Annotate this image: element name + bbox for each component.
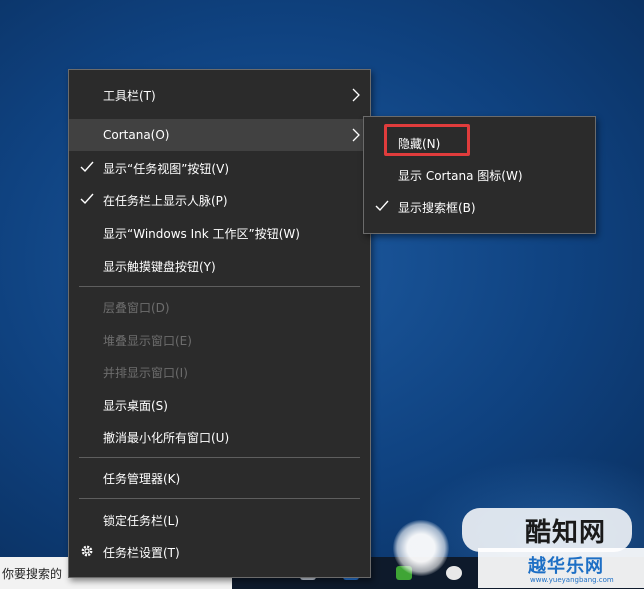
checkmark-icon [80,193,94,205]
menu-separator [79,286,360,287]
watermark-brand-text: 酷知网 [525,518,607,548]
menu-item-label: 显示 Cortana 图标(W) [398,168,523,183]
menu-item-cortana[interactable]: Cortana(O) [69,119,370,151]
submenu-item-show-cortana-icon[interactable]: 显示 Cortana 图标(W) [364,159,595,191]
menu-item-taskbar-settings[interactable]: 任务栏设置(T) [69,536,370,568]
menu-separator [79,498,360,499]
menu-item-label: 显示“Windows Ink 工作区”按钮(W) [103,226,300,241]
menu-item-lock-taskbar[interactable]: 锁定任务栏(L) [69,504,370,536]
gear-icon [81,545,93,557]
menu-item-label: 显示搜索框(B) [398,200,476,215]
menu-item-undo-minimize-all[interactable]: 撤消最小化所有窗口(U) [69,421,370,453]
menu-item-label: 撤消最小化所有窗口(U) [103,430,230,445]
menu-item-label: 显示“任务视图”按钮(V) [103,161,230,176]
menu-item-label: 层叠窗口(D) [103,300,170,315]
menu-item-label: 任务管理器(K) [103,471,181,486]
chevron-right-icon [352,88,360,102]
watermark-logo [393,520,449,576]
menu-item-task-manager[interactable]: 任务管理器(K) [69,462,370,494]
checkmark-icon [375,200,389,212]
checkmark-icon [80,161,94,173]
menu-item-label: 锁定任务栏(L) [103,513,180,528]
highlight-box [384,124,470,156]
menu-item-label: 工具栏(T) [103,88,156,103]
menu-item-label: 任务栏设置(T) [103,545,180,560]
taskbar-context-menu: 工具栏(T) Cortana(O) 显示“任务视图”按钮(V) 在任务栏上显示人… [68,69,371,578]
menu-item-cascade-windows: 层叠窗口(D) [69,291,370,323]
menu-item-show-desktop[interactable]: 显示桌面(S) [69,389,370,421]
menu-item-label: 显示桌面(S) [103,398,168,413]
menu-item-stack-windows: 堆叠显示窗口(E) [69,324,370,356]
menu-item-side-by-side-windows: 并排显示窗口(I) [69,356,370,388]
menu-item-label: Cortana(O) [103,128,170,142]
watermark-site-text: 越华乐网 [528,556,604,577]
menu-item-show-windows-ink[interactable]: 显示“Windows Ink 工作区”按钮(W) [69,217,370,249]
menu-item-show-people[interactable]: 在任务栏上显示人脉(P) [69,184,370,216]
menu-separator [79,457,360,458]
submenu-item-show-search-box[interactable]: 显示搜索框(B) [364,191,595,223]
chevron-right-icon [352,128,360,142]
watermark-site-url: www.yueyangbang.com [530,576,614,584]
menu-item-label: 堆叠显示窗口(E) [103,333,192,348]
search-placeholder: 你要搜索的 [2,566,63,581]
menu-item-show-task-view[interactable]: 显示“任务视图”按钮(V) [69,152,370,184]
menu-item-show-touch-keyboard[interactable]: 显示触摸键盘按钮(Y) [69,250,370,282]
menu-item-label: 显示触摸键盘按钮(Y) [103,259,216,274]
menu-item-toolbars[interactable]: 工具栏(T) [69,79,370,111]
browser-icon[interactable] [446,566,462,580]
menu-item-label: 在任务栏上显示人脉(P) [103,193,228,208]
menu-item-label: 并排显示窗口(I) [103,365,188,380]
